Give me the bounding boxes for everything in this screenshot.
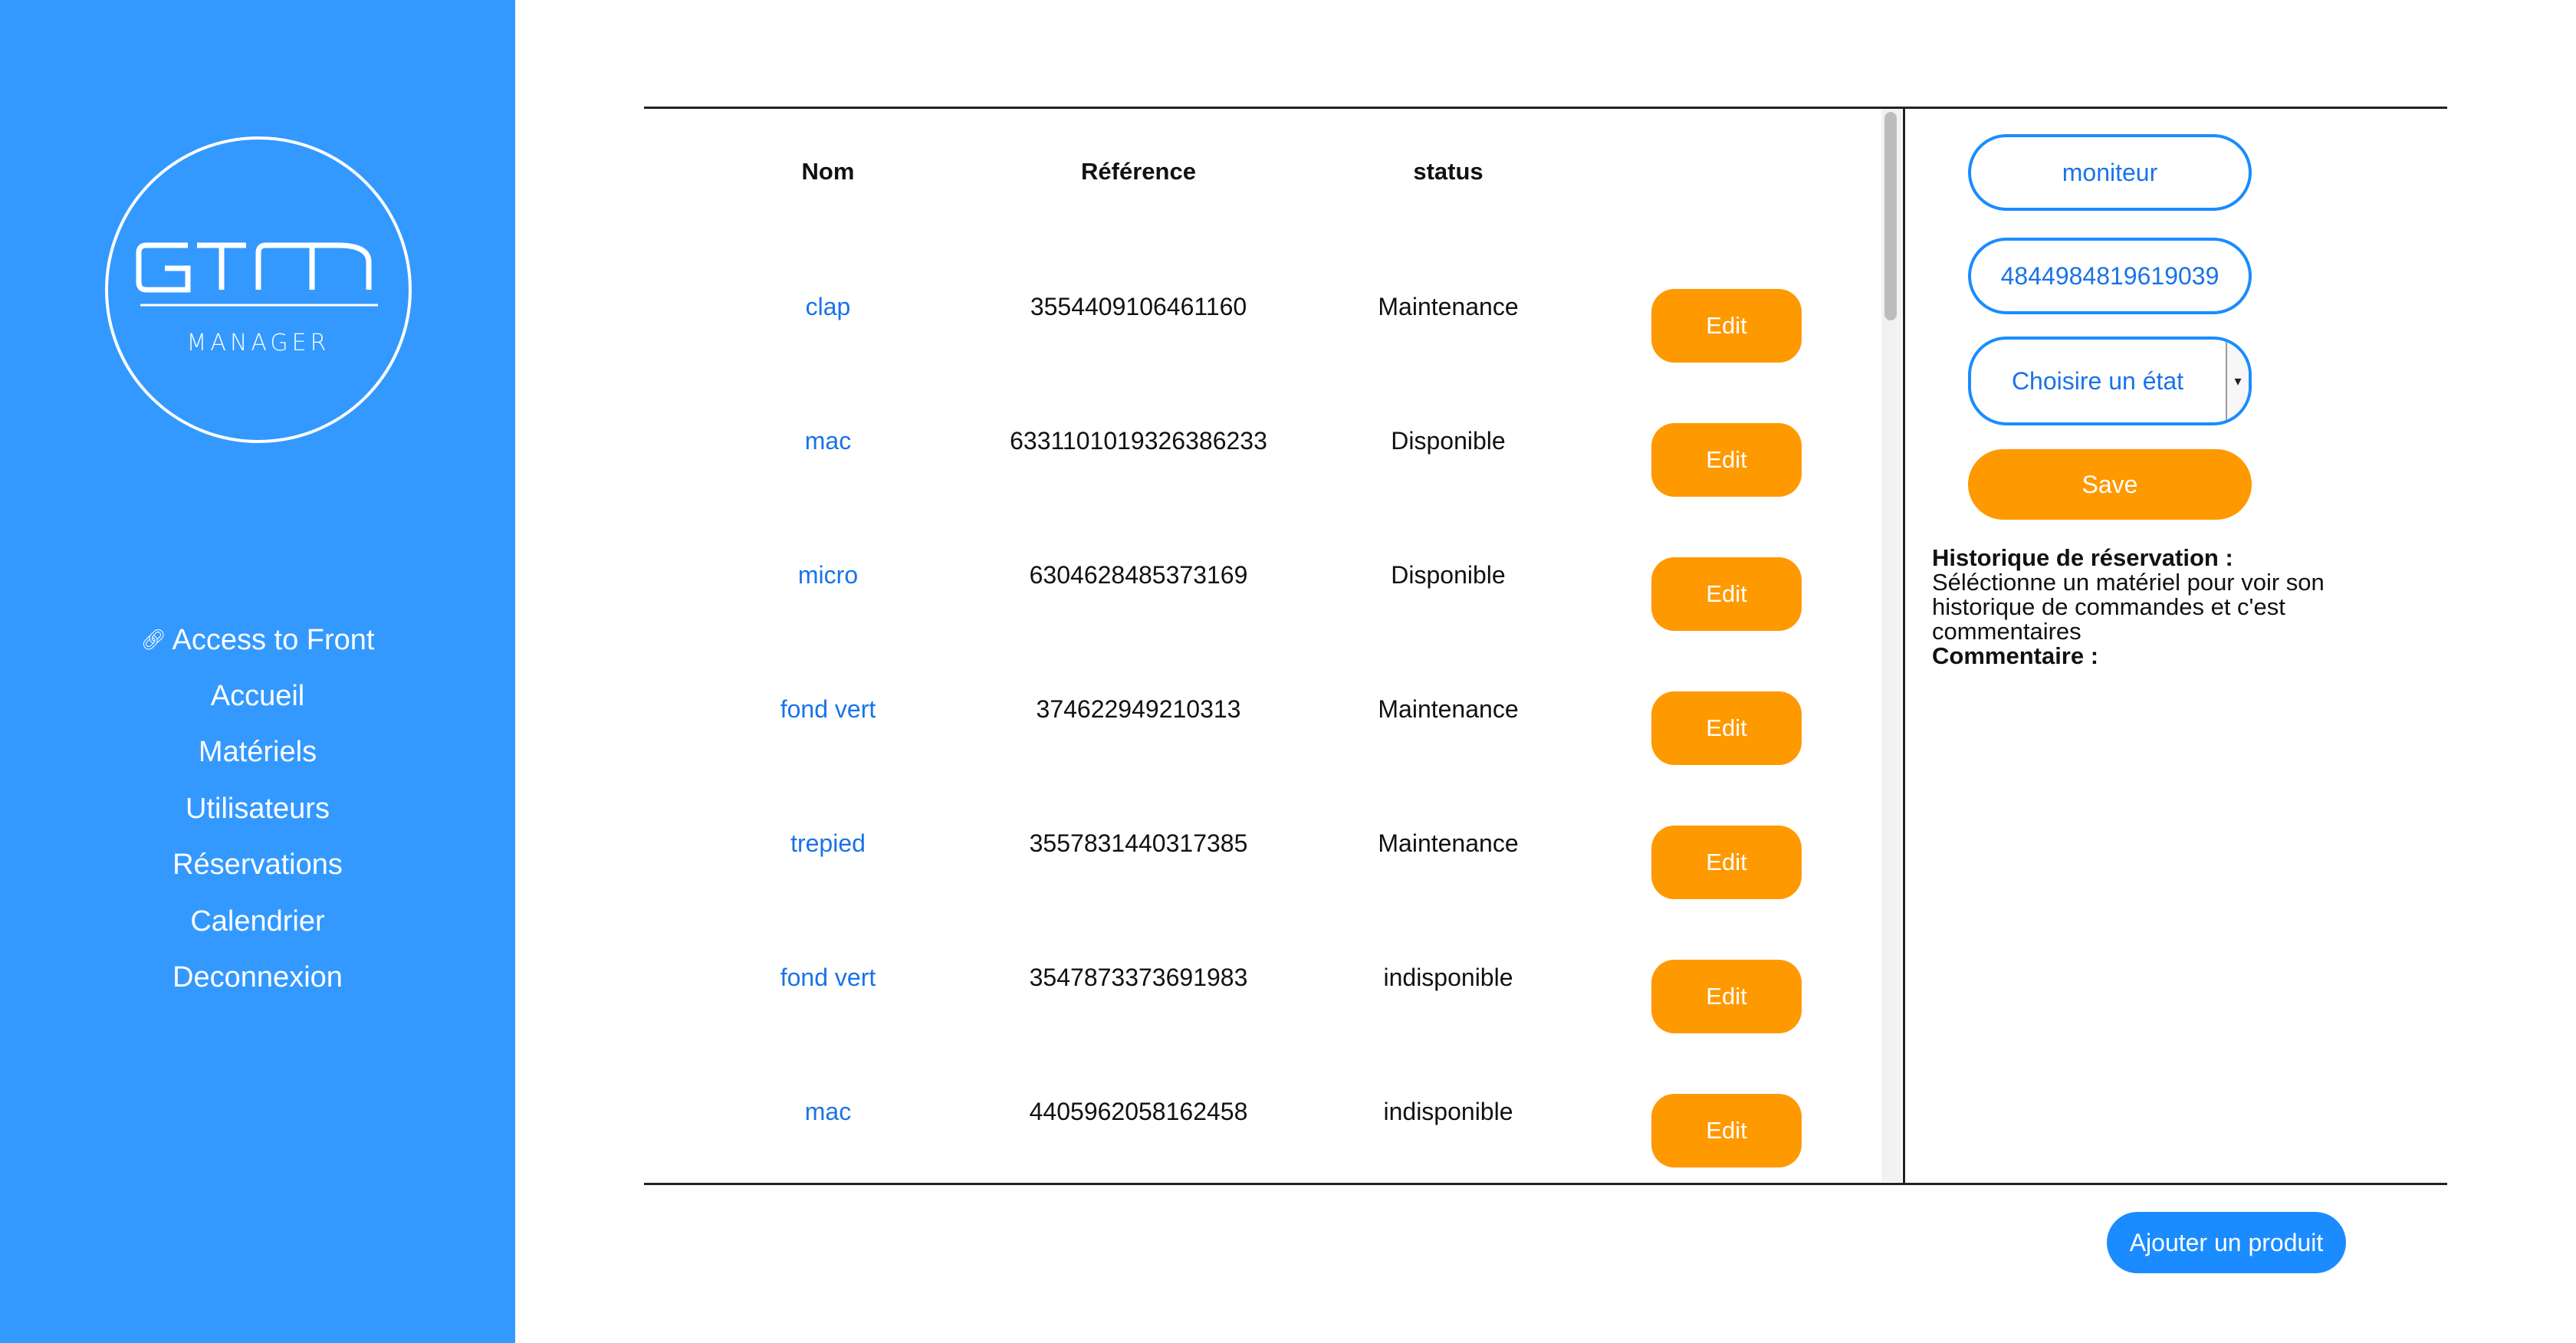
sidebar-item-label: Accueil	[210, 679, 305, 712]
sidebar-item-label: Matériels	[198, 736, 317, 768]
cell-reference: 4405962058162458	[1029, 1098, 1248, 1125]
cell-nom[interactable]: fond vert	[675, 911, 981, 1045]
state-select-value: Choisire un état	[2011, 367, 2184, 395]
cell-nom[interactable]: mac	[675, 374, 981, 508]
sidebar-item-label: Deconnexion	[172, 961, 343, 993]
sidebar-item-accueil[interactable]: Accueil	[0, 668, 515, 725]
sidebar-item-utilisateurs[interactable]: Utilisateurs	[0, 781, 515, 838]
header-reference: Référence	[1081, 158, 1196, 185]
state-select[interactable]: Choisire un état ▾	[1968, 337, 2252, 425]
cell-nom[interactable]: mac	[675, 1045, 981, 1179]
sidebar-item-deconnexion[interactable]: Deconnexion	[0, 950, 515, 1006]
cell-nom[interactable]: micro	[675, 508, 981, 642]
save-button[interactable]: Save	[1968, 449, 2252, 520]
history-text: Séléctionne un matériel pour voir son hi…	[1932, 569, 2325, 645]
edit-button[interactable]: Edit	[1651, 289, 1802, 363]
table-row: mac 4405962058162458 indisponible Edit	[644, 1045, 1880, 1179]
cell-nom[interactable]: trepied	[675, 777, 981, 911]
edit-button[interactable]: Edit	[1651, 960, 1802, 1033]
table-row: fond vert 374622949210313 Maintenance Ed…	[644, 642, 1880, 777]
table-scrollbar[interactable]	[1881, 109, 1901, 1182]
cell-status: Maintenance	[1378, 829, 1519, 857]
table-header: Nom Référence status	[644, 109, 1880, 231]
table-row: mac 6331101019326386233 Disponible Edit	[644, 374, 1880, 508]
cell-reference: 3554409106461160	[1030, 293, 1247, 320]
sidebar: MANAGER 🔗︎ Access to Front Accueil Matéri…	[0, 0, 515, 1343]
cell-status: indisponible	[1383, 964, 1513, 991]
edit-button[interactable]: Edit	[1651, 691, 1802, 765]
cell-reference: 374622949210313	[1036, 695, 1241, 723]
cell-reference: 6304628485373169	[1029, 561, 1248, 589]
gtm-logo: MANAGER	[105, 136, 412, 443]
cell-status: Maintenance	[1378, 293, 1519, 320]
sidebar-item-access-front[interactable]: 🔗︎ Access to Front	[0, 612, 515, 668]
cell-nom[interactable]: fond vert	[675, 642, 981, 777]
table-row: clap 3554409106461160 Maintenance Edit	[644, 240, 1880, 374]
cell-status: Disponible	[1391, 561, 1506, 589]
history-title: Historique de réservation :	[1932, 544, 2233, 571]
bottom-divider	[644, 1183, 2447, 1185]
sidebar-item-label: Calendrier	[190, 905, 325, 937]
panel-divider	[1903, 108, 1905, 1184]
header-nom: Nom	[801, 158, 855, 185]
sidebar-item-calendrier[interactable]: Calendrier	[0, 894, 515, 951]
logo-subtitle: MANAGER	[186, 330, 330, 356]
materials-table: Nom Référence status clap 35544091064611…	[644, 109, 1880, 1182]
sidebar-item-label: Utilisateurs	[186, 792, 330, 825]
link-icon: 🔗︎	[140, 628, 166, 651]
add-product-button[interactable]: Ajouter un produit	[2107, 1212, 2346, 1273]
scrollbar-thumb[interactable]	[1884, 112, 1897, 320]
sidebar-nav: 🔗︎ Access to Front Accueil Matériels Util…	[0, 612, 515, 1006]
logo-mark	[136, 242, 378, 307]
edit-button[interactable]: Edit	[1651, 423, 1802, 497]
header-status: status	[1413, 158, 1484, 185]
history-section: Historique de réservation : Séléctionne …	[1932, 546, 2407, 668]
sidebar-item-label: Access to Front	[172, 624, 375, 656]
edit-button[interactable]: Edit	[1651, 557, 1802, 631]
name-field[interactable]: moniteur	[1968, 134, 2252, 211]
table-row: micro 6304628485373169 Disponible Edit	[644, 508, 1880, 642]
cell-reference: 6331101019326386233	[1010, 427, 1267, 455]
edit-button[interactable]: Edit	[1651, 1094, 1802, 1167]
table-row: trepied 3557831440317385 Maintenance Edi…	[644, 777, 1880, 911]
reference-field[interactable]: 4844984819619039	[1968, 238, 2252, 314]
sidebar-item-materiels[interactable]: Matériels	[0, 724, 515, 781]
caret-down-icon[interactable]: ▾	[2226, 340, 2249, 422]
sidebar-item-reservations[interactable]: Réservations	[0, 837, 515, 894]
edit-button[interactable]: Edit	[1651, 826, 1802, 899]
cell-reference: 3557831440317385	[1029, 829, 1248, 857]
cell-reference: 3547873373691983	[1029, 964, 1248, 991]
cell-status: Maintenance	[1378, 695, 1519, 723]
cell-status: indisponible	[1383, 1098, 1513, 1125]
sidebar-item-label: Réservations	[172, 849, 343, 881]
reference-field-value: 4844984819619039	[2000, 262, 2220, 290]
comment-title: Commentaire :	[1932, 642, 2099, 669]
cell-status: Disponible	[1391, 427, 1506, 455]
cell-nom[interactable]: clap	[675, 240, 981, 374]
table-row: fond vert 3547873373691983 indisponible …	[644, 911, 1880, 1045]
